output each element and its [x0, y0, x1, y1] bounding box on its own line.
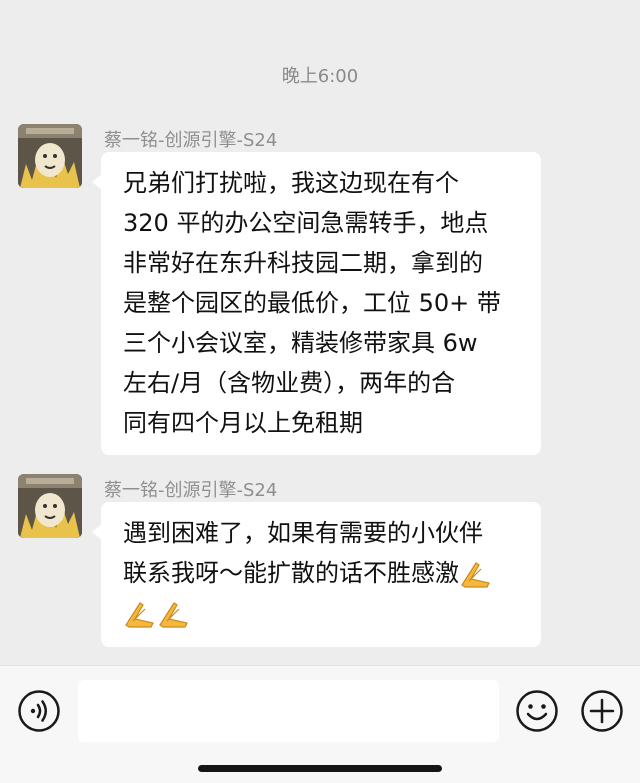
- message-bubble[interactable]: 遇到困难了，如果有需要的小伙伴 联系我呀～能扩散的话不胜感激: [92, 502, 541, 647]
- message-text-line: 兄弟们打扰啦，我这边现在有个: [123, 169, 459, 197]
- message-timestamp: 晚上6:00: [281, 66, 359, 87]
- voice-icon[interactable]: [17, 689, 61, 733]
- avatar[interactable]: [18, 474, 82, 538]
- message-text-line: 三个小会议室，精装修带家具 6w: [123, 329, 478, 357]
- folded-hands-emoji: [461, 562, 490, 588]
- message-input[interactable]: [78, 680, 499, 742]
- message-text-line: 非常好在东升科技园二期，拿到的: [123, 249, 483, 277]
- message-text-line: 联系我呀～能扩散的话不胜感激: [123, 553, 523, 593]
- smiley-icon[interactable]: [515, 689, 559, 733]
- avatar[interactable]: [18, 124, 82, 188]
- message-text-line: 320 平的办公空间急需转手，地点: [123, 209, 489, 237]
- folded-hands-emoji: [159, 602, 188, 628]
- plus-icon[interactable]: [580, 689, 624, 733]
- folded-hands-emoji: [125, 602, 154, 628]
- message-text-line: 左右/月（含物业费），两年的合: [123, 369, 456, 397]
- chat-area: 晚上6:00 蔡一铭-创源引擎-S24 兄弟们打扰啦，我这边现在有个 320 平…: [0, 0, 640, 665]
- sender-name: 蔡一铭-创源引擎-S24: [104, 130, 278, 151]
- home-indicator[interactable]: [198, 765, 442, 772]
- message-text-line: 是整个园区的最低价，工位 50+ 带: [123, 289, 501, 317]
- message-text-line: [123, 593, 523, 633]
- message-bubble[interactable]: 兄弟们打扰啦，我这边现在有个 320 平的办公空间急需转手，地点 非常好在东升科…: [92, 152, 541, 455]
- message-text-line: 同有四个月以上免租期: [123, 409, 363, 437]
- message-text-line: 遇到困难了，如果有需要的小伙伴: [123, 519, 483, 547]
- sender-name: 蔡一铭-创源引擎-S24: [104, 480, 278, 501]
- message-text-segment: 联系我呀～能扩散的话不胜感激: [123, 559, 459, 587]
